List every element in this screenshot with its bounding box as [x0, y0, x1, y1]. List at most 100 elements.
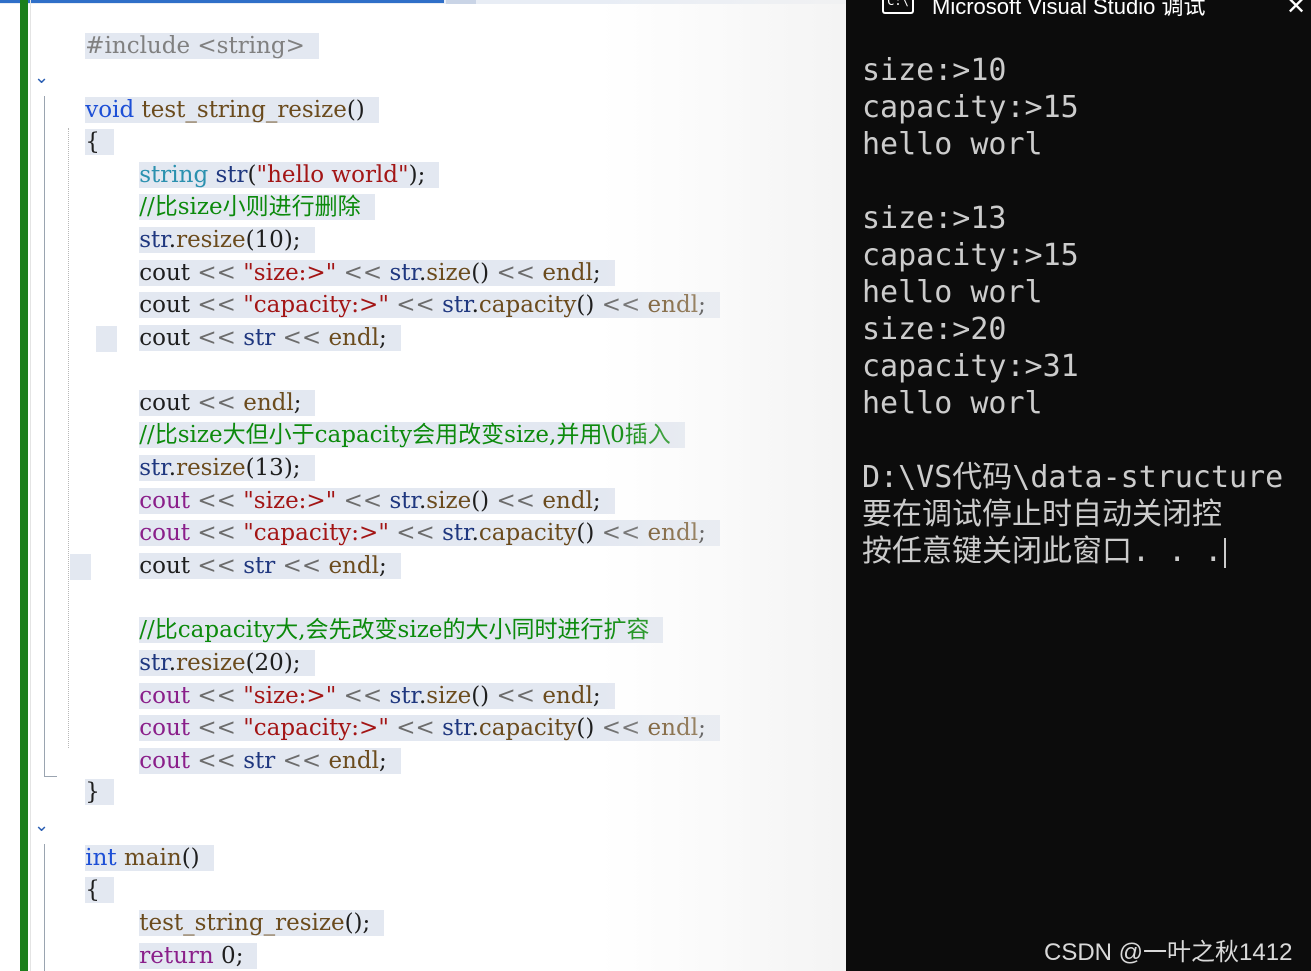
console-app-icon: C:\ [882, 0, 914, 14]
code-line-close-brace[interactable]: } [56, 744, 114, 805]
code-line-call[interactable]: test_string_resize(); [110, 875, 385, 936]
variable-str: str [442, 292, 472, 318]
code-line-return[interactable]: return 0; [110, 908, 258, 969]
variable-str: str [442, 520, 472, 546]
endl: endl [328, 325, 379, 351]
shift-operator: << [396, 292, 435, 318]
code-line-cout-size[interactable]: cout << "size:>" << str.size() << endl; [110, 225, 615, 286]
semicolon: ; [378, 748, 387, 774]
code-line-cout-capacity[interactable]: cout << "capacity:>" << str.capacity() <… [110, 485, 720, 546]
console-title: Microsoft Visual Studio 调试 [932, 0, 1206, 19]
console-output-line: 要在调试停止时自动关闭控 [862, 497, 1222, 532]
console-prompt-line: 按任意键关闭此窗口. . . [862, 533, 1227, 570]
console-title-bar[interactable]: C:\ Microsoft Visual Studio 调试 ✕ [846, 0, 1311, 22]
cout: cout [139, 325, 191, 351]
endl: endl [328, 748, 379, 774]
code-line-cout-endl[interactable]: cout << endl; [110, 355, 316, 416]
console-output-line: hello worl [862, 386, 1043, 421]
endl: endl [647, 715, 699, 741]
code-line-comment-1[interactable]: //比size小则进行删除 [110, 159, 375, 220]
dot: . [471, 520, 479, 546]
fold-chevron-down-icon[interactable]: ⌄ [34, 69, 50, 87]
include-directive: #include <string> [85, 33, 319, 59]
code-line-cout-str[interactable]: cout << str << endl; [110, 713, 401, 774]
code-line-cout-size[interactable]: cout << "size:>" << str.size() << endl; [110, 453, 615, 514]
shift-operator: << [197, 553, 236, 579]
shift-operator: << [601, 715, 641, 741]
code-line-include[interactable]: #include <string> [56, 0, 319, 59]
close-icon[interactable]: ✕ [1286, 0, 1306, 22]
semicolon: ; [378, 325, 387, 351]
semicolon: ; [698, 520, 706, 546]
code-line-cout-capacity[interactable]: cout << "capacity:>" << str.capacity() <… [110, 680, 720, 741]
editor-tab-indicator[interactable] [446, 0, 476, 4]
semicolon: ; [378, 553, 387, 579]
code-line-main-signature[interactable]: int main() [56, 810, 214, 871]
debug-console-window[interactable]: C:\ Microsoft Visual Studio 调试 ✕ size:>1… [846, 0, 1311, 971]
code-line-resize-1[interactable]: str.resize(10); [110, 192, 315, 253]
shift-operator: << [197, 748, 236, 774]
shift-operator: << [396, 520, 435, 546]
function-parens: () [181, 845, 200, 871]
code-line-cout-str[interactable]: cout << str << endl; [110, 290, 401, 351]
method-capacity: capacity [478, 520, 577, 546]
dot: . [471, 715, 479, 741]
indent-guide [68, 128, 70, 748]
code-line-open-brace[interactable]: { [56, 94, 114, 155]
console-output-line: hello worl [862, 127, 1043, 162]
console-output-line: size:>10 [862, 53, 1007, 88]
endl: endl [328, 553, 379, 579]
function-parens: () [346, 97, 365, 123]
code-line-cout-str[interactable]: cout << str << endl; [110, 518, 401, 579]
code-line-open-brace[interactable]: { [56, 842, 114, 903]
code-line-close-brace[interactable]: } [56, 938, 114, 970]
shift-operator: << [601, 292, 641, 318]
function-name: main [123, 845, 182, 871]
console-output-line: capacity:>31 [862, 349, 1079, 384]
shift-operator: << [601, 520, 641, 546]
shift-operator: << [197, 325, 236, 351]
code-line-comment-2[interactable]: //比size大但小于capacity会用改变size,并用\0插入 [110, 387, 685, 448]
watermark: CSDN @一叶之秋1412 [1044, 939, 1293, 966]
code-line-function-signature[interactable]: void test_string_resize() [56, 62, 379, 123]
shift-operator: << [396, 715, 435, 741]
code-line-comment-3[interactable]: //比capacity大,会先改变size的大小同时进行扩容 [110, 582, 664, 643]
method-capacity: capacity [478, 715, 577, 741]
function-name: test_string_resize [141, 97, 347, 123]
shift-operator: << [282, 553, 322, 579]
console-prompt-text: 按任意键关闭此窗口. . . [862, 534, 1223, 569]
code-line-blank[interactable] [96, 323, 126, 355]
return-value: 0 [221, 943, 236, 969]
console-output-line: hello worl [862, 275, 1043, 310]
fold-chevron-down-icon[interactable]: ⌄ [34, 817, 50, 835]
cout: cout [139, 748, 191, 774]
variable-str: str [243, 553, 276, 579]
code-line-declaration[interactable]: string str("hello world"); [110, 127, 440, 188]
code-line-blank[interactable] [70, 551, 100, 583]
semicolon: ; [698, 715, 706, 741]
call-parens: () [576, 292, 595, 318]
shift-operator: << [282, 748, 322, 774]
variable-str: str [243, 325, 276, 351]
endl: endl [647, 292, 699, 318]
code-line-resize-2[interactable]: str.resize(13); [110, 420, 315, 481]
change-tracking-bar [20, 0, 28, 971]
console-output-line: D:\VS代码\data-structure [862, 460, 1284, 495]
paren-close: ); [408, 162, 426, 188]
console-output-line: capacity:>15 [862, 238, 1079, 273]
cout: cout [139, 553, 191, 579]
code-line-resize-3[interactable]: str.resize(20); [110, 615, 315, 676]
code-line-cout-size[interactable]: cout << "size:>" << str.size() << endl; [110, 648, 615, 709]
endl: endl [647, 520, 699, 546]
gutter-divider [30, 0, 31, 971]
code-line-cout-capacity[interactable]: cout << "capacity:>" << str.capacity() <… [110, 257, 720, 318]
variable-str: str [243, 748, 276, 774]
console-output-line: size:>13 [862, 201, 1007, 236]
variable-str: str [442, 715, 472, 741]
code-editor[interactable]: #include <string> ⌄ void test_string_res… [0, 0, 846, 971]
console-output-line: size:>20 [862, 312, 1007, 347]
semicolon: ; [235, 943, 244, 969]
text-cursor [1224, 537, 1227, 568]
call-parens: (); [344, 910, 371, 936]
console-output-line: capacity:>15 [862, 90, 1079, 125]
